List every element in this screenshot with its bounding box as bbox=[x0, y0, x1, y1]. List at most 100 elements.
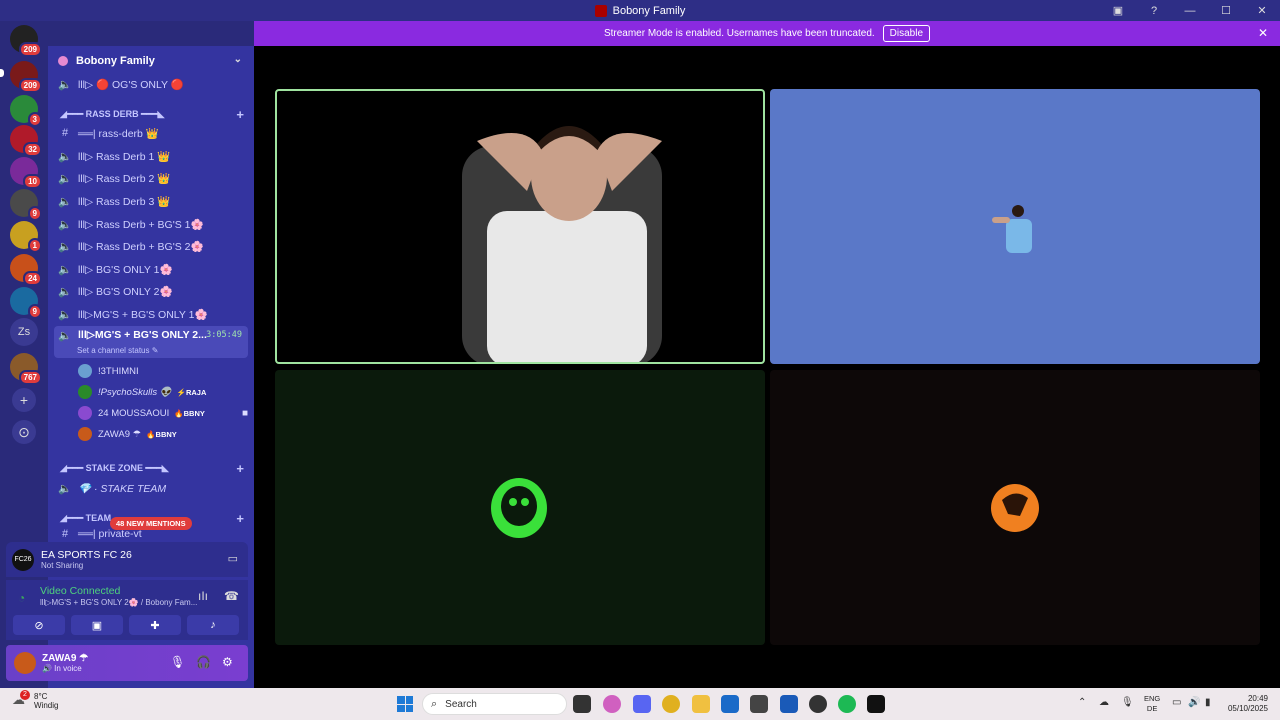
close-icon[interactable]: ✕ bbox=[1258, 26, 1268, 40]
close-button[interactable]: ✕ bbox=[1244, 0, 1280, 21]
app-icon[interactable] bbox=[809, 695, 827, 713]
home-button[interactable]: 209 bbox=[10, 25, 42, 57]
help-icon[interactable]: ? bbox=[1136, 0, 1172, 21]
voice-channel[interactable]: 🔈 💎 · STAKE TEAM bbox=[58, 478, 248, 498]
user-panel: ZAWA9 ☂ 🔊 In voice 🎙 🎧 ⚙ bbox=[6, 645, 248, 681]
voice-member[interactable]: !PsychoSkulls 👽 ⚡RAJA bbox=[78, 382, 206, 402]
voice-channel[interactable]: 🔈 lll▷ Rass Derb 1 👑 bbox=[58, 146, 248, 166]
voice-member[interactable]: ZAWA9 ☂ 🔥BBNY bbox=[78, 424, 177, 444]
activities-button[interactable]: ✚ bbox=[129, 615, 181, 635]
add-channel-icon[interactable]: + bbox=[236, 511, 244, 526]
member-tag: 🔥BBNY bbox=[174, 408, 205, 418]
window-title: Bobony Family bbox=[612, 4, 686, 17]
server-icon[interactable]: 1 bbox=[10, 221, 42, 253]
task-view-icon[interactable] bbox=[573, 695, 591, 713]
noise-suppression-icon[interactable]: ıIı bbox=[198, 589, 208, 603]
server-icon[interactable]: 24 bbox=[10, 254, 42, 286]
headphones-icon[interactable]: 🎧 bbox=[196, 655, 211, 669]
microphone-icon[interactable]: 🎙 bbox=[1121, 697, 1134, 708]
server-icon[interactable]: 767 bbox=[10, 353, 42, 385]
voice-member[interactable]: !3THIMNI bbox=[78, 361, 139, 381]
file-explorer-icon[interactable] bbox=[692, 695, 710, 713]
settings-gear-icon[interactable]: ⚙ bbox=[222, 655, 233, 669]
voice-channel[interactable]: 🔈 lll▷ 🔴 OG'S ONLY 🔴 bbox=[58, 74, 248, 94]
video-tile[interactable] bbox=[770, 89, 1260, 364]
share-screen-icon[interactable]: ▭ bbox=[228, 552, 238, 565]
text-channel[interactable]: # ══| rass-derb 👑 bbox=[58, 123, 248, 143]
screen-share-button[interactable]: ▣ bbox=[71, 615, 123, 635]
add-channel-icon[interactable]: + bbox=[236, 461, 244, 476]
member-tag: 🔥BBNY bbox=[146, 429, 177, 439]
language-indicator[interactable]: ENG DE bbox=[1144, 694, 1160, 714]
camera-icon: ■ bbox=[241, 407, 248, 419]
server-icon[interactable]: 9 bbox=[10, 287, 42, 319]
lang-primary: ENG bbox=[1144, 694, 1161, 703]
category-header[interactable]: ◢━━━ RASS DERB ━━━◣ + bbox=[60, 106, 248, 122]
volume-icon[interactable]: 🔊 bbox=[1188, 697, 1200, 708]
disable-button[interactable]: Disable bbox=[882, 25, 931, 42]
category-label: ◢━━━ TEAM bbox=[60, 512, 112, 523]
add-server-icon[interactable]: + bbox=[12, 388, 36, 412]
microphone-icon[interactable]: 🎙 bbox=[170, 655, 185, 669]
voice-channel[interactable]: 🔈 lll▷ BG'S ONLY 1🌸 bbox=[58, 259, 248, 279]
voice-member[interactable]: 24 MOUSSAOUI 🔥BBNY ■ bbox=[78, 403, 248, 423]
new-mentions-pill[interactable]: 48 NEW MENTIONS bbox=[110, 517, 192, 530]
clock[interactable]: 20:49 05/10/2025 bbox=[1228, 694, 1268, 714]
display-icon[interactable]: ▭ bbox=[1172, 697, 1181, 708]
voice-channel[interactable]: 🔈 lll▷ Rass Derb 2 👑 bbox=[58, 168, 248, 188]
server-icon[interactable]: 3 bbox=[10, 95, 42, 127]
app-icon[interactable] bbox=[750, 695, 768, 713]
chrome-icon[interactable] bbox=[662, 695, 680, 713]
weather-widget[interactable]: ☁ 2 8°C Windig bbox=[12, 690, 58, 710]
voice-channel[interactable]: 🔈 lll▷MG'S + BG'S ONLY 1🌸 bbox=[58, 304, 248, 324]
minimize-button[interactable]: — bbox=[1172, 0, 1208, 21]
inbox-icon[interactable]: ▣ bbox=[1100, 0, 1136, 21]
video-tile-speaking[interactable] bbox=[275, 89, 765, 364]
add-channel-icon[interactable]: + bbox=[236, 107, 244, 122]
speaker-icon: 🔈 bbox=[58, 240, 72, 253]
chevron-down-icon[interactable]: ⌄ bbox=[234, 54, 242, 65]
chevron-up-icon[interactable]: ⌃ bbox=[1078, 697, 1086, 708]
badge: 3 bbox=[27, 112, 42, 127]
voice-channel[interactable]: 🔈 lll▷ Rass Derb 3 👑 bbox=[58, 191, 248, 211]
onedrive-icon[interactable]: ☁ bbox=[1099, 697, 1109, 708]
copilot-icon[interactable] bbox=[603, 695, 621, 713]
taskbar-search[interactable]: ⌕ Search bbox=[422, 693, 567, 715]
server-icon[interactable]: 10 bbox=[10, 157, 42, 189]
avatar[interactable] bbox=[14, 652, 36, 674]
battery-icon[interactable]: ▮ bbox=[1205, 697, 1211, 708]
video-tile[interactable] bbox=[770, 370, 1260, 645]
weather-icon: ☁ 2 bbox=[12, 690, 30, 710]
video-tile[interactable] bbox=[275, 370, 765, 645]
category-header[interactable]: ◢━━━ STAKE ZONE ━━━◣ + bbox=[60, 460, 248, 476]
disconnect-icon[interactable]: ☎ bbox=[224, 589, 239, 603]
server-icon[interactable]: 32 bbox=[10, 125, 42, 157]
avatar bbox=[78, 364, 92, 378]
ea-fc-icon[interactable] bbox=[867, 695, 885, 713]
voice-channel[interactable]: 🔈 lll▷ BG'S ONLY 2🌸 bbox=[58, 281, 248, 301]
date: 05/10/2025 bbox=[1227, 704, 1268, 713]
server-header[interactable]: Bobony Family ⌄ bbox=[48, 46, 254, 76]
voice-channel[interactable]: 🔈 lll▷ Rass Derb + BG'S 2🌸 bbox=[58, 236, 248, 256]
camera-off-button[interactable]: ⊘ bbox=[13, 615, 65, 635]
server-icon[interactable]: 9 bbox=[10, 189, 42, 221]
voice-channel-path[interactable]: lll▷MG'S + BG'S ONLY 2🌸 / Bobony Fam... bbox=[40, 598, 197, 607]
voice-status-title[interactable]: Video Connected bbox=[40, 585, 120, 597]
channel-status[interactable]: Set a channel status ✎ bbox=[77, 346, 158, 355]
discover-icon[interactable]: ⊙ bbox=[12, 420, 36, 444]
server-icon[interactable]: Zs bbox=[10, 318, 38, 346]
discord-icon[interactable] bbox=[633, 695, 651, 713]
channel-label: lll▷ Rass Derb 2 👑 bbox=[78, 172, 171, 185]
spotify-icon[interactable] bbox=[838, 695, 856, 713]
voice-channel[interactable]: 🔈 lll▷ Rass Derb + BG'S 1🌸 bbox=[58, 214, 248, 234]
app-icon[interactable] bbox=[780, 695, 798, 713]
username[interactable]: ZAWA9 ☂ bbox=[42, 653, 88, 664]
server-icon[interactable]: 209 bbox=[10, 61, 42, 93]
channel-label: lll▷ Rass Derb + BG'S 2🌸 bbox=[78, 240, 204, 253]
maximize-button[interactable]: ☐ bbox=[1208, 0, 1244, 21]
store-icon[interactable] bbox=[721, 695, 739, 713]
channel-label: lll▷ BG'S ONLY 2🌸 bbox=[78, 285, 173, 298]
soundboard-button[interactable]: ♪ bbox=[187, 615, 239, 635]
server-icon bbox=[58, 56, 68, 66]
start-button[interactable] bbox=[397, 696, 413, 712]
